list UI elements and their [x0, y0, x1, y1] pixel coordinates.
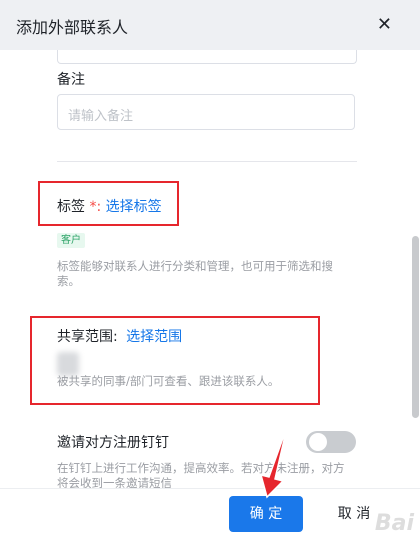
remark-input[interactable]: 请输入备注 — [57, 94, 355, 130]
watermark: Bai — [374, 511, 414, 536]
dialog-title: 添加外部联系人 — [16, 18, 129, 37]
toggle-knob — [309, 433, 327, 451]
required-mark: *: — [89, 199, 102, 215]
tags-row: 标签 *: 选择标签 — [57, 196, 162, 216]
share-hint: 被共享的同事/部门可查看、跟进该联系人。 — [57, 374, 280, 388]
invite-hint: 在钉钉上进行工作沟通，提高效率。若对方未注册，对方 将会收到一条邀请短信 — [57, 461, 367, 488]
section-divider — [57, 161, 357, 162]
invite-hint-line2: 将会收到一条邀请短信 — [57, 476, 172, 488]
tags-hint-line1: 标签能够对联系人进行分类和管理，也可用于筛选和搜 — [57, 259, 333, 273]
tags-hint: 标签能够对联系人进行分类和管理，也可用于筛选和搜 索。 — [57, 259, 357, 289]
invite-label: 邀请对方注册钉钉 — [57, 435, 169, 451]
dialog-body: 备注 请输入备注 标签 *: 选择标签 客户 标签能够对联系人进行分类和管理，也… — [0, 50, 420, 488]
invite-toggle[interactable] — [306, 431, 356, 453]
dialog-footer: 确 定 取 消 — [0, 488, 420, 541]
scrollbar-thumb[interactable] — [412, 236, 419, 418]
select-scope-link[interactable]: 选择范围 — [126, 329, 182, 345]
tag-customer[interactable]: 客户 — [57, 233, 85, 248]
select-tags-link[interactable]: 选择标签 — [106, 199, 162, 215]
tags-hint-line2: 索。 — [57, 274, 80, 288]
invite-hint-line1: 在钉钉上进行工作沟通，提高效率。若对方未注册，对方 — [57, 461, 345, 475]
close-icon[interactable]: ✕ — [377, 14, 392, 35]
dialog-header: 添加外部联系人 ✕ — [0, 0, 420, 50]
blurred-avatar — [57, 352, 79, 376]
share-row: 共享范围: 选择范围 — [57, 326, 182, 346]
remark-label: 备注 — [57, 72, 85, 88]
share-label: 共享范围: — [57, 329, 118, 345]
annotation-arrow-icon — [259, 426, 288, 499]
tags-label: 标签 — [57, 199, 85, 215]
previous-field-input[interactable] — [57, 50, 357, 64]
confirm-button[interactable]: 确 定 — [229, 496, 303, 532]
